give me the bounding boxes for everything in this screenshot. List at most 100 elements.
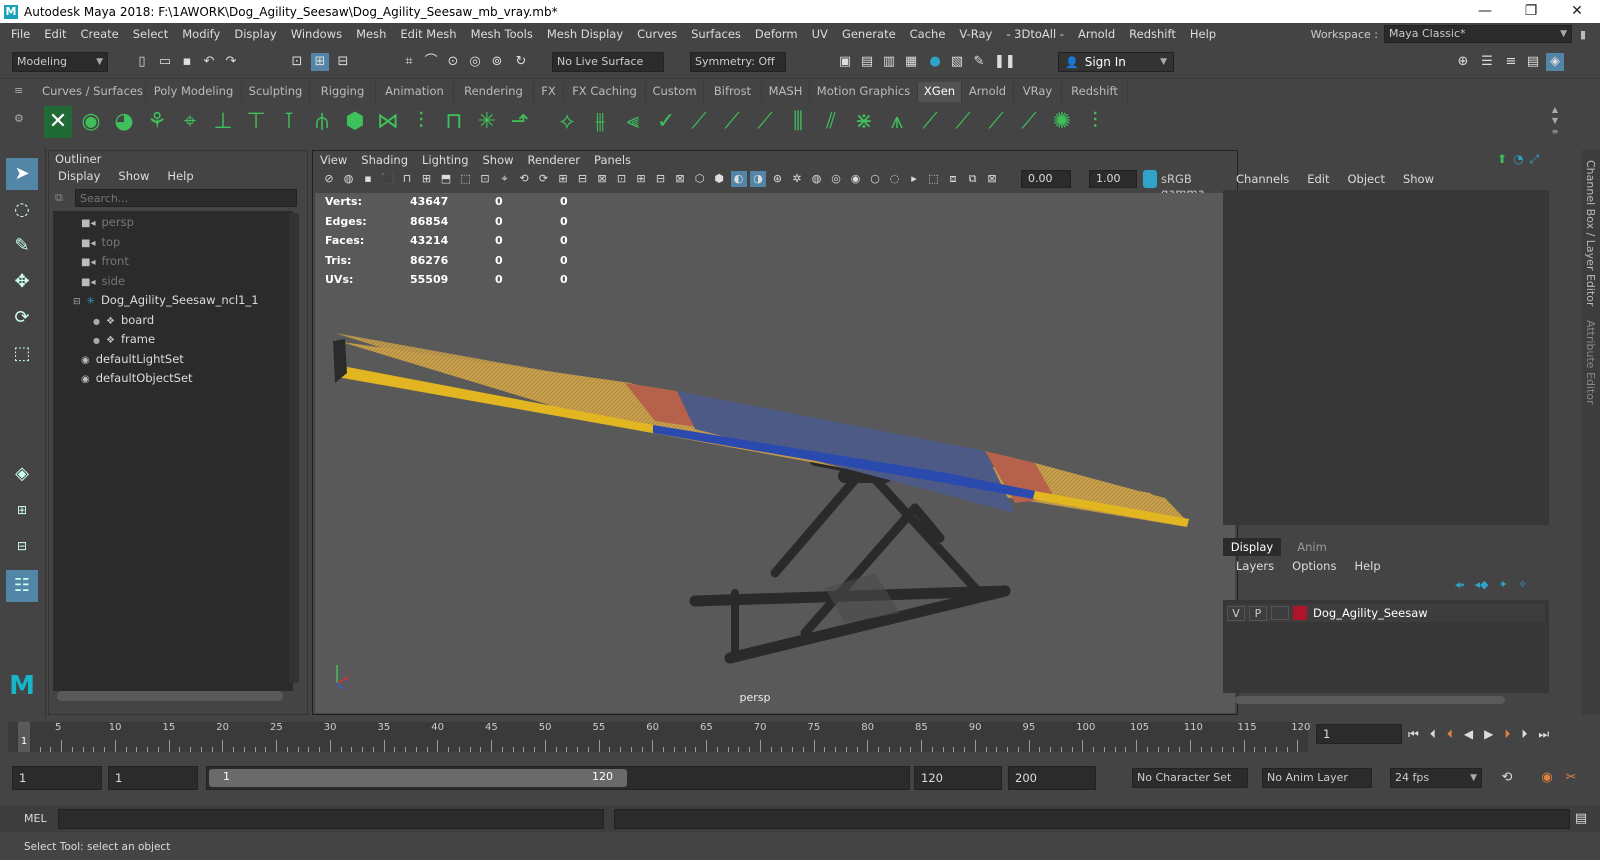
outliner-item-dog-agility-seesaw-ncl1-1[interactable]: ⊟ ✳ Dog_Agility_Seesaw_ncl1_1 — [73, 291, 259, 310]
layer-visibility-toggle[interactable]: V — [1227, 605, 1245, 621]
time-ruler[interactable]: 5 10 15 20 25 30 35 40 45 50 55 60 65 70 75 80 85 90 95 100… — [8, 722, 1310, 752]
menu-mesh-display[interactable]: Mesh Display — [540, 23, 630, 45]
viewport-tool-icon[interactable]: ⧈ — [945, 171, 961, 187]
outliner-item-persp[interactable]: ■◂ persp — [81, 213, 134, 232]
auto-key-icon[interactable]: ◉ — [1538, 769, 1556, 787]
xgen-shelf-tool-icon[interactable]: ⫷ — [619, 106, 647, 138]
layer-tab-display[interactable]: Display — [1223, 538, 1281, 556]
shelf-tab-fx-caching[interactable]: FX Caching — [564, 82, 646, 102]
play-forwards-icon[interactable]: ▶ — [1484, 727, 1493, 741]
filter-icon[interactable]: ⧉ — [55, 191, 71, 205]
undo-icon[interactable]: ↶ — [200, 53, 218, 71]
xgen-shelf-tool-icon[interactable]: ⬢ — [341, 106, 369, 138]
viewport-tool-icon[interactable]: ⬚ — [926, 171, 942, 187]
viewport-tool-icon[interactable]: ⊡ — [614, 171, 630, 187]
outliner-vscroll[interactable] — [289, 213, 299, 683]
viewport-tool-icon[interactable]: ○ — [867, 171, 883, 187]
xgen-shelf-tool-icon[interactable]: ⟡ — [553, 106, 581, 138]
modeling-toolkit-icon[interactable]: ⊕ — [1454, 53, 1472, 71]
mode-dropdown[interactable]: Modeling ▼ — [12, 52, 108, 72]
viewport-menu-view[interactable]: View — [313, 153, 354, 167]
help-icon[interactable]: ◔ — [1513, 152, 1523, 166]
xgen-shelf-tool-icon[interactable]: ⫶ — [407, 106, 435, 138]
xgen-shelf-tool-icon[interactable]: ◕ — [110, 106, 138, 138]
shelf-menu-icon[interactable]: ≡ — [14, 84, 28, 97]
fps-dropdown[interactable]: 24 fps ▼ — [1390, 768, 1482, 788]
xgen-shelf-tool-icon[interactable]: ⫽ — [817, 106, 845, 138]
shelf-tab-motion-graphics[interactable]: Motion Graphics — [810, 82, 918, 102]
snap-view-icon[interactable]: ◎ — [466, 53, 484, 71]
menu-generate[interactable]: Generate — [835, 23, 903, 45]
move-tool-icon[interactable]: ✥ — [6, 266, 38, 298]
outliner-item-defaultobjectset[interactable]: ◉ defaultObjectSet — [81, 369, 193, 388]
channel-box-menu-object[interactable]: Object — [1339, 172, 1394, 186]
two-view-layout-icon[interactable]: ⊟ — [6, 530, 38, 562]
shelf-tab-mash[interactable]: MASH — [762, 82, 810, 102]
shelf-tab-animation[interactable]: Animation — [376, 82, 454, 102]
viewport-tool-icon[interactable]: ⧉ — [965, 171, 981, 187]
outliner-layout-icon[interactable]: ☷ — [6, 570, 38, 602]
shelf-tab-redshift[interactable]: Redshift — [1062, 82, 1128, 102]
viewport-tool-icon[interactable]: ⊞ — [419, 171, 435, 187]
end-time-field[interactable]: 200 — [1008, 766, 1096, 790]
viewport-tool-icon[interactable]: ◌ — [887, 171, 903, 187]
render-frame-icon[interactable]: ▤ — [858, 53, 876, 71]
layer-row[interactable]: V P Dog_Agility_Seesaw — [1227, 604, 1545, 622]
channel-box-side-tab[interactable]: Channel Box / Layer Editor — [1584, 160, 1597, 307]
xgen-shelf-tool-icon[interactable]: ✓ — [652, 106, 680, 138]
current-time-marker[interactable]: 1 — [18, 722, 30, 752]
viewport-tool-icon[interactable]: ⟲ — [516, 171, 532, 187]
new-scene-icon[interactable]: ▯ — [133, 53, 151, 71]
playback-start-field[interactable]: 1 — [108, 766, 198, 790]
hypershade-icon[interactable]: ● — [926, 53, 944, 71]
minimize-button[interactable]: — — [1462, 0, 1508, 23]
xgen-shelf-tool-icon[interactable]: ⟋ — [1015, 106, 1043, 138]
menu-windows[interactable]: Windows — [284, 23, 349, 45]
attribute-editor-side-tab[interactable]: Attribute Editor — [1584, 320, 1597, 405]
shelf-tab-fx[interactable]: FX — [534, 82, 564, 102]
xgen-shelf-tool-icon[interactable]: ⟋ — [916, 106, 944, 138]
menu-file[interactable]: File — [4, 23, 37, 45]
single-view-layout-icon[interactable]: ◈ — [6, 458, 38, 490]
xgen-shelf-tool-icon[interactable]: ⌖ — [176, 106, 204, 138]
color-management-icon[interactable] — [1143, 170, 1157, 188]
viewport-tool-icon[interactable]: ◍ — [809, 171, 825, 187]
ipr-render-icon[interactable]: ▥ — [880, 53, 898, 71]
shelf-tab-bifrost[interactable]: Bifrost — [704, 82, 762, 102]
channel-box-menu-edit[interactable]: Edit — [1298, 172, 1338, 186]
outliner-item-front[interactable]: ■◂ front — [81, 252, 129, 271]
shelf-tab-vray[interactable]: VRay — [1014, 82, 1062, 102]
move-layer-up-icon[interactable]: ◂⬩ — [1455, 578, 1464, 591]
viewport-menu-show[interactable]: Show — [476, 153, 521, 167]
channel-box-toggle-icon[interactable]: ▤ — [1524, 53, 1542, 71]
sign-in-button[interactable]: 👤 Sign In ▼ — [1058, 52, 1174, 72]
select-hierarchy-icon[interactable]: ⊡ — [288, 53, 306, 71]
menu-select[interactable]: Select — [126, 23, 175, 45]
snap-grid-icon[interactable]: ⌗ — [400, 53, 418, 71]
xgen-shelf-tool-icon[interactable]: ⩚ — [883, 106, 911, 138]
menu-uv[interactable]: UV — [805, 23, 835, 45]
shelf-tab-custom[interactable]: Custom — [646, 82, 704, 102]
render-setup-icon[interactable]: ▧ — [948, 53, 966, 71]
snap-curve-icon[interactable]: ⌒ — [422, 53, 440, 71]
xgen-shelf-tool-icon[interactable]: ⫛ — [308, 106, 336, 138]
lasso-tool-icon[interactable]: ◌ — [6, 194, 38, 226]
live-surface-field[interactable]: No Live Surface — [552, 52, 664, 72]
xgen-shelf-tool-icon[interactable]: ⚘ — [143, 106, 171, 138]
symmetry-dropdown[interactable]: Symmetry: Off — [690, 52, 786, 72]
viewport-tool-icon[interactable]: ⊞ — [555, 171, 571, 187]
xgen-shelf-tool-icon[interactable]: ⟋ — [751, 106, 779, 138]
xgen-shelf-tool-icon[interactable]: ⟋ — [718, 106, 746, 138]
viewport-tool-icon[interactable]: ⬚ — [458, 171, 474, 187]
range-bar[interactable]: 1 120 — [206, 766, 910, 790]
exposure-field[interactable]: 0.00 — [1021, 170, 1071, 188]
xgen-shelf-tool-icon[interactable]: ⊤ — [242, 106, 270, 138]
move-layer-down-icon[interactable]: ◂◆ — [1474, 578, 1488, 591]
viewport-tool-icon[interactable]: ⬛ — [380, 171, 396, 187]
outliner-item-defaultlightset[interactable]: ◉ defaultLightSet — [81, 350, 184, 369]
viewport-tool-icon[interactable]: ▪ — [360, 171, 376, 187]
anim-layer-dropdown[interactable]: No Anim Layer — [1262, 768, 1372, 788]
playback-end-field[interactable]: 120 — [914, 766, 1002, 790]
snap-vertex-icon[interactable]: ↻ — [512, 53, 530, 71]
script-editor-icon[interactable]: ▤ — [1572, 810, 1590, 828]
